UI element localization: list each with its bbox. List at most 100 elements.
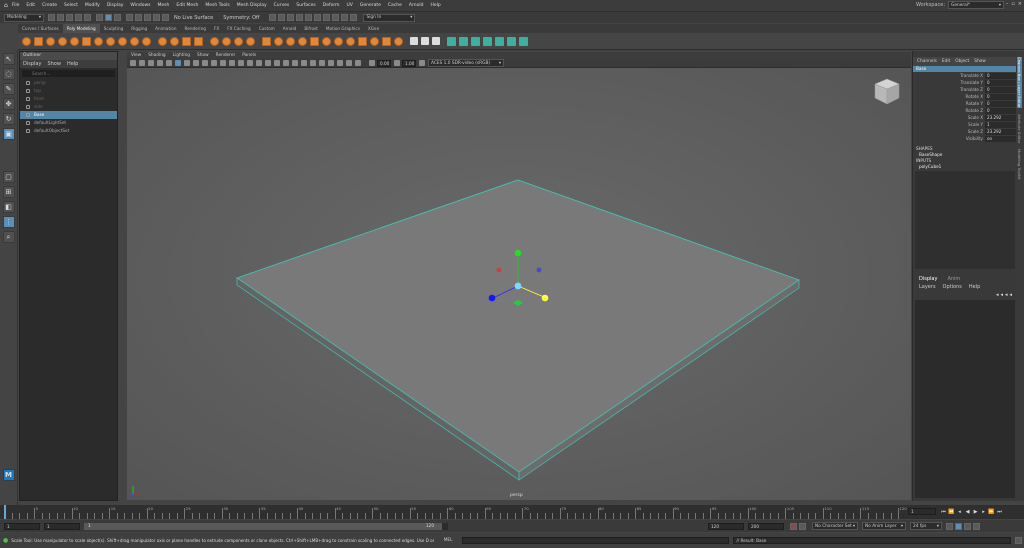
render-setup-icon[interactable] bbox=[341, 14, 349, 21]
shelf-tab-curves-surfaces[interactable]: Curves / Surfaces bbox=[18, 24, 63, 33]
rotate-tool-icon[interactable]: ↻ bbox=[2, 113, 15, 125]
attribute-row[interactable]: Rotate Z0 bbox=[913, 107, 1016, 114]
attribute-value[interactable]: 0 bbox=[985, 107, 1016, 114]
attribute-value[interactable]: 0 bbox=[985, 93, 1016, 100]
input-node[interactable]: polyCube1 bbox=[913, 164, 1016, 170]
attribute-row[interactable]: Scale Y1 bbox=[913, 121, 1016, 128]
uv-shell-icon[interactable] bbox=[519, 36, 528, 46]
menu-mesh[interactable]: Mesh bbox=[158, 3, 170, 8]
render-settings-icon[interactable] bbox=[296, 14, 304, 21]
super-shape-icon[interactable] bbox=[158, 36, 167, 46]
isolate-select-icon[interactable] bbox=[328, 60, 334, 66]
camera-attributes-icon[interactable] bbox=[148, 60, 154, 66]
grid-toggle-icon[interactable] bbox=[175, 60, 181, 66]
gamma-icon[interactable] bbox=[394, 60, 400, 66]
sphere-type-icon[interactable] bbox=[170, 36, 179, 46]
viewport-menu-view[interactable]: View bbox=[131, 53, 141, 58]
poly-sphere-icon[interactable] bbox=[22, 36, 31, 46]
attribute-value[interactable]: 1 bbox=[985, 121, 1016, 128]
scale-x-handle[interactable] bbox=[541, 294, 549, 302]
snap-point-icon[interactable] bbox=[144, 14, 151, 21]
lasso-tool-icon[interactable]: ◌ bbox=[2, 68, 15, 80]
layout-uv-icon[interactable] bbox=[459, 36, 468, 46]
automatic-uv-icon[interactable] bbox=[421, 37, 429, 45]
bevel-icon[interactable] bbox=[298, 36, 307, 46]
layer-menu-help[interactable]: Help bbox=[969, 284, 980, 290]
gate-mask-icon[interactable] bbox=[202, 60, 208, 66]
channel-box-menu-channels[interactable]: Channels bbox=[917, 59, 937, 64]
scene-canvas[interactable] bbox=[127, 52, 911, 500]
arnold-ipr-icon[interactable] bbox=[323, 14, 331, 21]
select-camera-icon[interactable] bbox=[130, 60, 136, 66]
snap-grid-icon[interactable] bbox=[126, 14, 133, 21]
menu-modify[interactable]: Modify bbox=[85, 3, 100, 8]
four-view-icon[interactable]: ⊞ bbox=[2, 186, 15, 198]
menu-cache[interactable]: Cache bbox=[388, 3, 402, 8]
textured-icon[interactable] bbox=[265, 60, 271, 66]
offset-edge-loop-icon[interactable] bbox=[370, 36, 379, 46]
uv-editor-icon[interactable] bbox=[432, 37, 440, 45]
scale-z-handle[interactable] bbox=[488, 294, 496, 302]
merge-icon[interactable] bbox=[322, 36, 331, 46]
fill-hole-icon[interactable] bbox=[310, 36, 319, 46]
scale-y-handle[interactable] bbox=[514, 249, 522, 257]
outliner-menu-show[interactable]: Show bbox=[47, 61, 61, 67]
outliner-item[interactable]: top bbox=[20, 87, 117, 95]
attribute-value[interactable]: 0 bbox=[985, 79, 1016, 86]
xray-icon[interactable] bbox=[337, 60, 343, 66]
menu-create[interactable]: Create bbox=[42, 3, 57, 8]
play-backward-icon[interactable]: ◀ bbox=[964, 508, 971, 515]
sidebar-tab-modeling-toolkit[interactable]: Modeling Toolkit bbox=[1017, 149, 1022, 180]
snap-plane-icon[interactable] bbox=[153, 14, 160, 21]
menu-curves[interactable]: Curves bbox=[274, 3, 290, 8]
animation-end-input[interactable]: 200 bbox=[748, 522, 784, 530]
redo-icon[interactable] bbox=[84, 14, 91, 21]
channel-box-menu-object[interactable]: Object bbox=[955, 59, 969, 64]
script-language-label[interactable]: MEL bbox=[444, 538, 460, 543]
single-perspective-icon[interactable]: ▢ bbox=[2, 171, 15, 183]
edge-loop-icon[interactable] bbox=[358, 36, 367, 46]
search-icon[interactable]: ⌕ bbox=[2, 231, 15, 243]
shelf-tab-bifrost[interactable]: Bifrost bbox=[300, 24, 322, 33]
poly-cylinder-icon[interactable] bbox=[46, 36, 55, 46]
image-plane-icon[interactable] bbox=[166, 60, 172, 66]
play-forward-icon[interactable]: ▶ bbox=[972, 508, 979, 515]
sew-uv-icon[interactable] bbox=[483, 36, 492, 46]
attribute-value[interactable]: 0 bbox=[985, 86, 1016, 93]
multi-cut-icon[interactable] bbox=[334, 36, 343, 46]
playback-speed-icon[interactable] bbox=[964, 522, 971, 530]
attribute-value[interactable]: 23.292 bbox=[985, 128, 1016, 135]
depth-of-field-icon[interactable] bbox=[319, 60, 325, 66]
menu-file[interactable]: File bbox=[12, 3, 20, 8]
svg-icon[interactable] bbox=[194, 36, 203, 46]
wireframe-icon[interactable] bbox=[238, 60, 244, 66]
poly-torus-icon[interactable] bbox=[70, 36, 79, 46]
menu-help[interactable]: Help bbox=[430, 3, 440, 8]
key-preferences-icon[interactable] bbox=[799, 522, 806, 530]
restore-icon[interactable]: ▫ bbox=[1011, 1, 1014, 7]
platonic-solid-icon[interactable] bbox=[106, 36, 115, 46]
ambient-occlusion-icon[interactable] bbox=[292, 60, 298, 66]
poly-cube-icon[interactable] bbox=[34, 36, 43, 46]
go-to-start-icon[interactable]: ⏮ bbox=[940, 508, 947, 515]
wireframe-on-shaded-icon[interactable] bbox=[256, 60, 262, 66]
workspace-dropdown[interactable]: General* ▾ bbox=[948, 1, 1004, 9]
field-chart-icon[interactable] bbox=[211, 60, 217, 66]
mirror-icon[interactable] bbox=[262, 36, 271, 46]
menu-set-dropdown[interactable]: Modeling ▾ bbox=[4, 13, 44, 22]
shelf-tab-motion-graphics[interactable]: Motion Graphics bbox=[322, 24, 364, 33]
close-icon[interactable]: × bbox=[1018, 1, 1022, 7]
attribute-row[interactable]: Translate X0 bbox=[913, 72, 1016, 79]
move-tool-icon[interactable]: ✥ bbox=[2, 98, 15, 110]
smooth-icon[interactable] bbox=[234, 36, 243, 46]
layer-tab-anim[interactable]: Anim bbox=[947, 276, 960, 282]
sidebar-tab-attribute-editor[interactable]: Attribute Editor bbox=[1017, 114, 1022, 143]
outliner-item[interactable]: persp bbox=[20, 79, 117, 87]
outliner-menu-display[interactable]: Display bbox=[23, 61, 41, 67]
menu-arnold[interactable]: Arnold bbox=[409, 3, 424, 8]
shelf-tab-arnold[interactable]: Arnold bbox=[279, 24, 301, 33]
loop-icon[interactable] bbox=[946, 522, 953, 530]
command-input[interactable] bbox=[461, 537, 730, 544]
auto-key-icon[interactable] bbox=[790, 522, 797, 530]
menu-mesh-tools[interactable]: Mesh Tools bbox=[205, 3, 229, 8]
